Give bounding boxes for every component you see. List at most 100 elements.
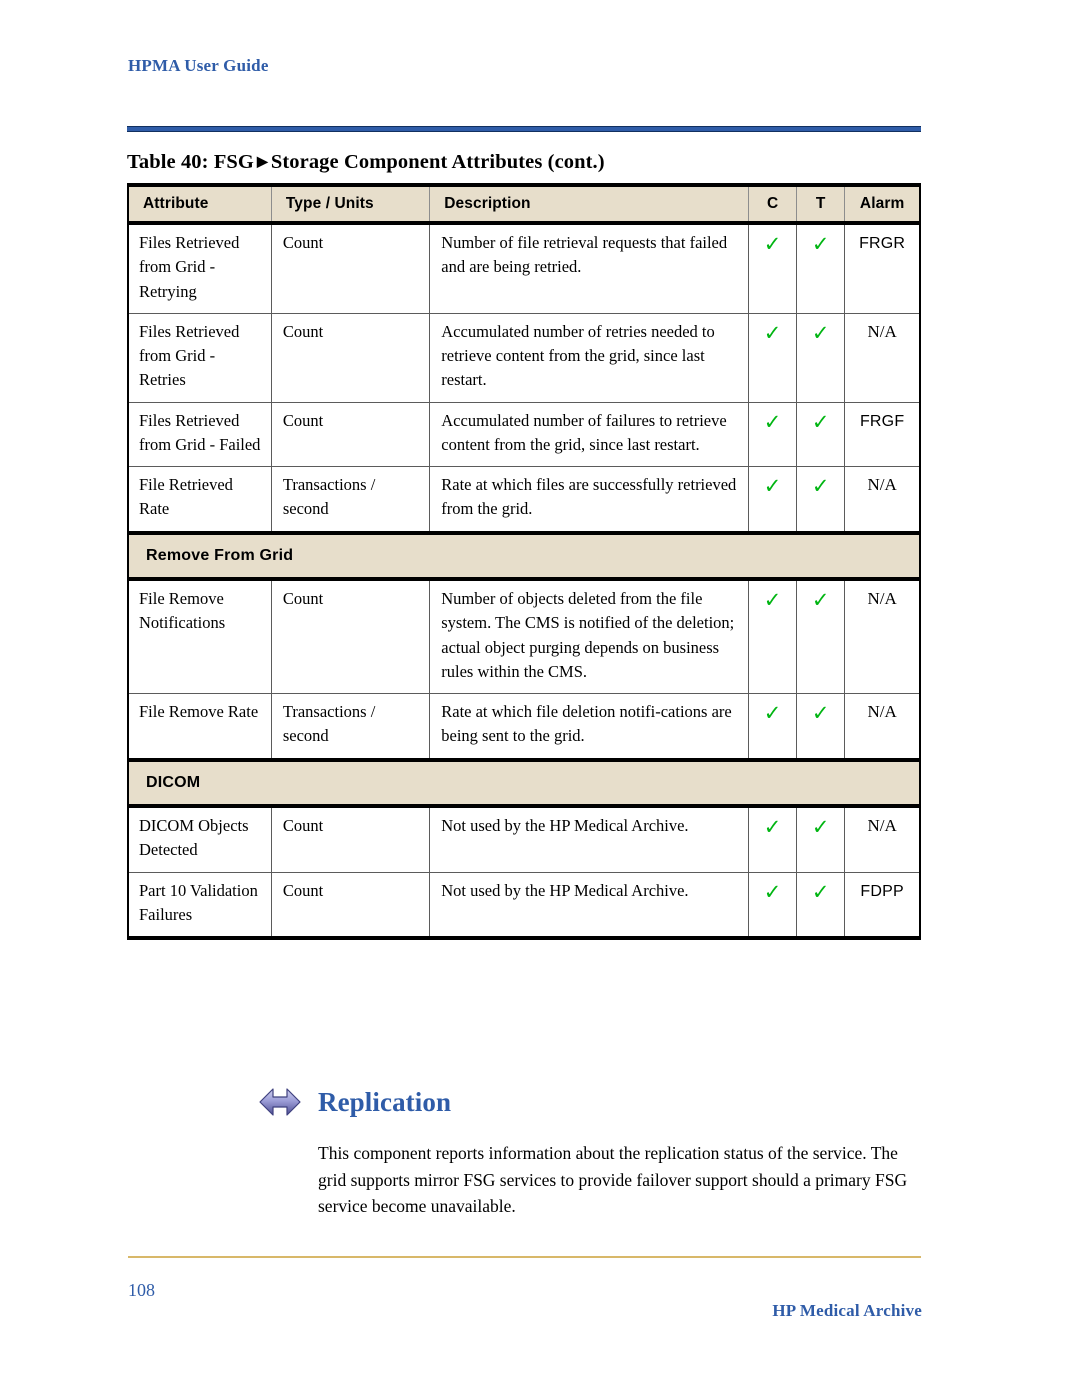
table-section-row: Remove From Grid [128, 530, 920, 581]
cell-alarm: N/A [844, 466, 920, 533]
table-row: Part 10 Validation Failures Count Not used… [128, 872, 920, 939]
replication-section: Replication This component reports infor… [258, 1082, 923, 1220]
table-caption-prefix: Table 40: FSG [127, 151, 254, 173]
table-head: Attribute Type / Units Description C T A… [128, 185, 920, 225]
checkmark-icon: ✓ [811, 474, 830, 498]
cell-attribute: Part 10 Validation Failures [128, 872, 272, 939]
cell-t-checkmark: ✓ [796, 223, 846, 314]
cell-description: Not used by the HP Medical Archive. [429, 872, 750, 939]
document-page: HPMA User Guide Table 40: FSG ▶ Storage Co… [0, 0, 1080, 1397]
cell-description: Not used by the HP Medical Archive. [429, 806, 750, 873]
table-row: Files Retrieved from Grid - Failed Count A… [128, 402, 920, 467]
checkmark-icon: ✓ [763, 701, 782, 726]
cell-t-checkmark: ✓ [796, 693, 846, 761]
cell-attribute: Files Retrieved from Grid - Retries [128, 313, 272, 403]
checkmark-icon: ✓ [811, 232, 830, 256]
table-row: File Remove Rate Transactions / second Rat… [128, 693, 920, 761]
triangle-right-icon: ▶ [256, 155, 268, 170]
cell-type-units: Count [271, 313, 431, 403]
checkmark-icon: ✓ [811, 588, 830, 613]
cell-description: Rate at which file deletion notifi-catio… [429, 693, 750, 761]
table-caption: Table 40: FSG ▶ Storage Component Attribut… [127, 151, 921, 174]
table-body: Files Retrieved from Grid - Retrying Coun… [128, 223, 920, 939]
alarm-value: N/A [867, 475, 897, 494]
cell-alarm: FDPP [845, 872, 920, 938]
alarm-value: N/A [867, 702, 897, 722]
cell-type-units: Count [271, 223, 431, 314]
storage-component-attributes-table: Attribute Type / Units Description C T A… [127, 183, 921, 941]
cell-t-checkmark: ✓ [796, 872, 846, 939]
table-section-label: Remove From Grid [128, 530, 920, 581]
cell-alarm: N/A [844, 693, 920, 761]
alarm-value: FDPP [860, 882, 904, 900]
replication-heading-row: Replication [258, 1082, 923, 1122]
cell-alarm: FRGR [844, 223, 920, 314]
column-header-description: Description [429, 185, 750, 225]
checkmark-icon: ✓ [763, 320, 782, 345]
table-row: File Remove Notifications Count Number of … [128, 579, 920, 695]
alarm-value: FRGR [859, 235, 906, 252]
cell-type-units: Transactions / second [271, 693, 431, 761]
cell-c-checkmark: ✓ [748, 466, 798, 533]
checkmark-icon: ✓ [811, 320, 830, 345]
cell-c-checkmark: ✓ [748, 402, 798, 467]
cell-attribute: File Remove Notifications [128, 579, 272, 695]
table-row: Files Retrieved from Grid - Retries Count… [128, 313, 920, 403]
checkmark-icon: ✓ [763, 879, 782, 904]
cell-c-checkmark: ✓ [748, 806, 798, 873]
cell-type-units: Count [271, 402, 431, 467]
cell-c-checkmark: ✓ [748, 579, 798, 695]
cell-type-units: Count [271, 806, 431, 873]
footer-divider [128, 1256, 921, 1258]
column-header-c: C [748, 185, 798, 225]
table-row: Files Retrieved from Grid - Retrying Coun… [128, 223, 920, 314]
cell-description: Number of file retrieval requests that f… [429, 223, 750, 314]
cell-attribute: Files Retrieved from Grid - Retrying [128, 223, 272, 314]
page-number: 108 [128, 1280, 155, 1300]
checkmark-icon: ✓ [811, 879, 830, 904]
cell-alarm: N/A [844, 806, 920, 873]
cell-t-checkmark: ✓ [796, 402, 846, 467]
footer-product-name: HP Medical Archive [772, 1301, 922, 1320]
cell-alarm: N/A [844, 579, 920, 695]
cell-c-checkmark: ✓ [748, 223, 798, 314]
cell-t-checkmark: ✓ [796, 313, 846, 403]
checkmark-icon: ✓ [811, 701, 830, 726]
table-row: DICOM Objects Detected Count Not used by t… [128, 806, 920, 873]
table-section-row: DICOM [128, 757, 920, 809]
section-top-rule [127, 126, 921, 132]
checkmark-icon: ✓ [763, 815, 782, 840]
column-header-alarm: Alarm [844, 185, 920, 225]
table-row: File Retrieved Rate Transactions / second… [128, 466, 920, 533]
replication-title: Replication [318, 1086, 452, 1117]
table-block: Table 40: FSG ▶ Storage Component Attribut… [127, 126, 921, 941]
column-header-t: T [796, 185, 846, 225]
cell-attribute: File Retrieved Rate [128, 466, 272, 533]
replication-body-text: This component reports information about… [318, 1143, 908, 1217]
cell-attribute: DICOM Objects Detected [128, 806, 272, 873]
alarm-value: N/A [867, 321, 897, 341]
column-header-type-units: Type / Units [271, 185, 431, 225]
alarm-value: N/A [867, 816, 897, 836]
cell-description: Number of objects deleted from the file … [429, 579, 750, 695]
alarm-value: N/A [867, 589, 897, 609]
cell-description: Accumulated number of retries needed to … [429, 313, 750, 403]
cell-description: Accumulated number of failures to retrie… [429, 402, 750, 467]
cell-c-checkmark: ✓ [748, 313, 798, 403]
alarm-value: FRGF [859, 412, 905, 430]
cell-type-units: Count [271, 872, 431, 939]
table-section-label: DICOM [128, 757, 920, 809]
cell-t-checkmark: ✓ [796, 806, 846, 873]
checkmark-icon: ✓ [763, 409, 782, 434]
cell-alarm: FRGF [844, 402, 920, 467]
checkmark-icon: ✓ [811, 409, 830, 434]
cell-type-units: Transactions / second [271, 466, 431, 533]
table-caption-suffix: Storage Component Attributes (cont.) [270, 151, 605, 173]
cell-alarm: N/A [844, 313, 920, 403]
cell-t-checkmark: ✓ [796, 466, 846, 533]
cell-attribute: File Remove Rate [128, 693, 272, 761]
table-header-row: Attribute Type / Units Description C T A… [128, 185, 920, 225]
running-header-title: HPMA User Guide [128, 56, 269, 75]
checkmark-icon: ✓ [763, 474, 782, 498]
double-arrow-icon [259, 1088, 301, 1116]
